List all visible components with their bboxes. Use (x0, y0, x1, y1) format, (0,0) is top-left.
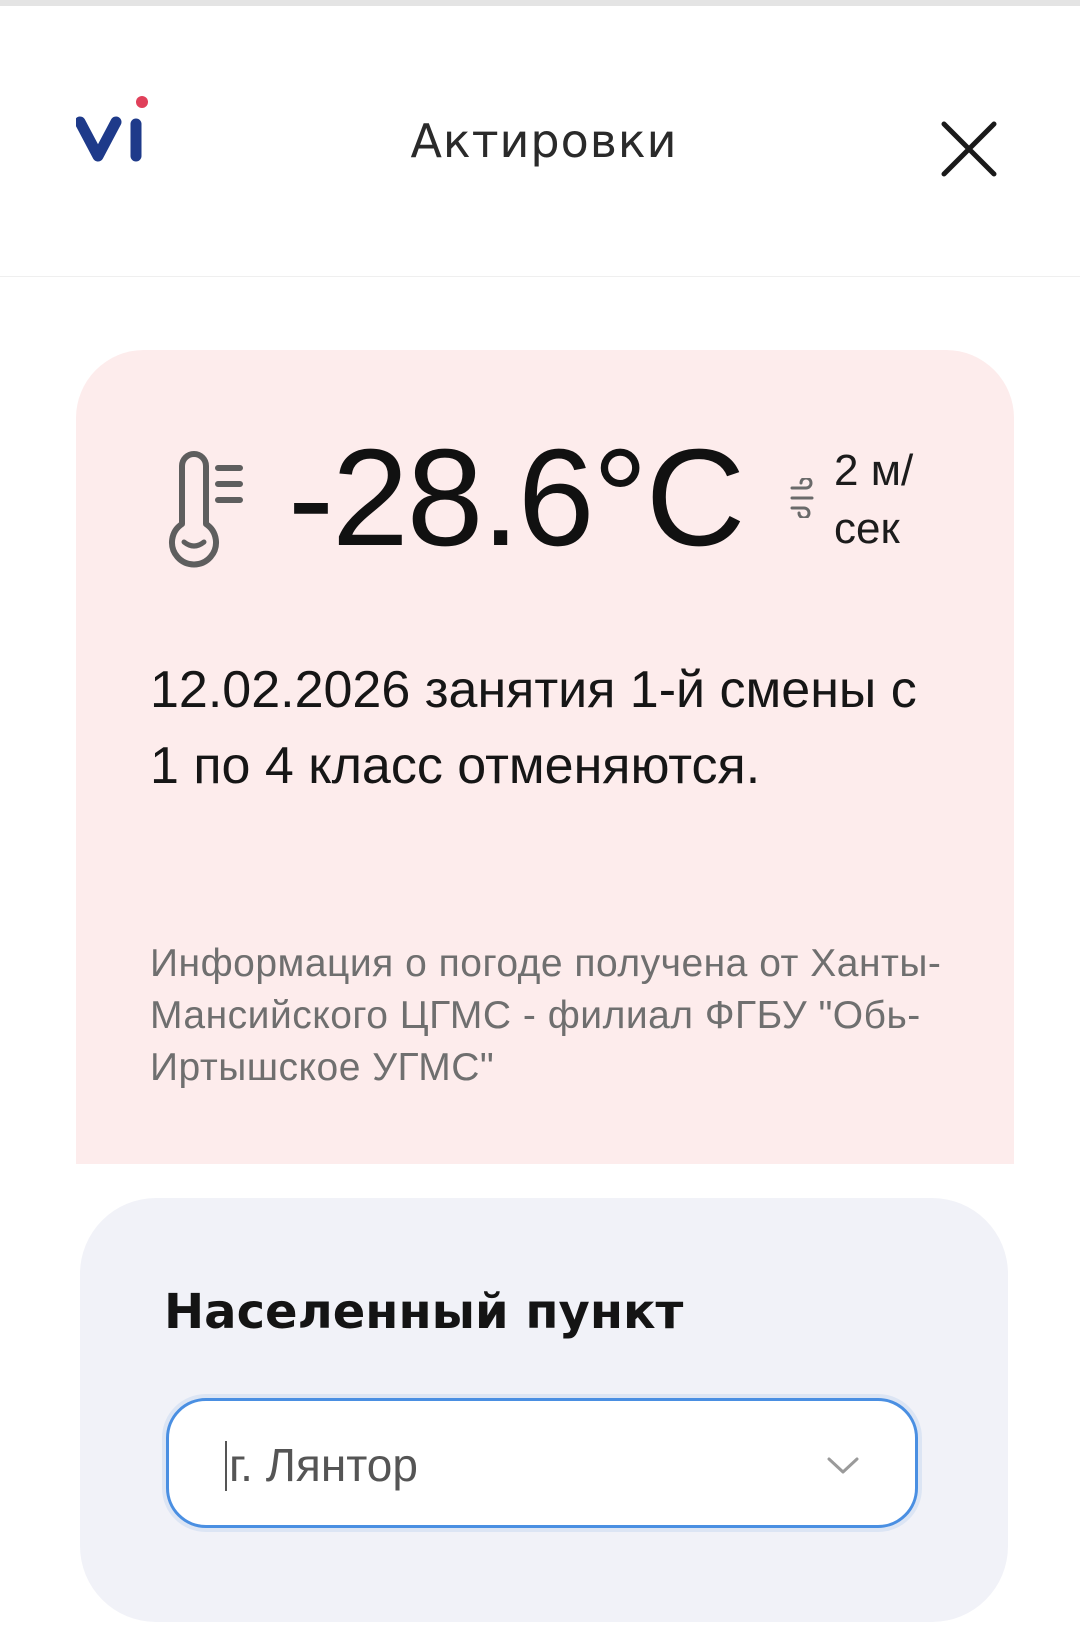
wind-icon (790, 478, 814, 518)
thermometer-icon (169, 451, 243, 568)
close-icon[interactable] (936, 116, 1002, 182)
location-select-value: г. Лянтор (229, 1439, 418, 1491)
location-select[interactable]: г. Лянтор (166, 1398, 918, 1528)
location-card: Населенный пункт г. Лянтор (80, 1198, 1008, 1622)
text-cursor (225, 1441, 227, 1491)
temperature-value: -28.6°C (288, 421, 745, 575)
wind-speed: 2 м/сек (834, 446, 914, 553)
weather-source: Информация о погоде получена от Ханты-Ма… (150, 942, 942, 1089)
cancellation-notice: 12.02.2026 занятия 1-й смены с 1 по 4 кл… (150, 661, 917, 795)
app-header: Актировки (0, 6, 1080, 277)
page-title: Актировки (410, 114, 678, 168)
location-label: Населенный пункт (164, 1284, 684, 1340)
weather-card: -28.6°C 2 м/сек 12.02.2026 занятия 1-й с… (76, 350, 1014, 1164)
chevron-down-icon[interactable] (825, 1453, 861, 1477)
